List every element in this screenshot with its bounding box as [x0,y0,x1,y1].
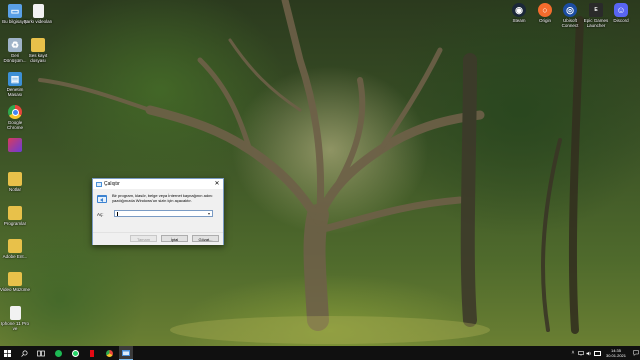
run-dialog: Çalıştır ✕ Bir program, klasör, belge ve… [92,178,224,245]
netflix-icon [90,349,94,357]
clock[interactable]: 14:35 30.01.2021 [601,348,631,358]
chevron-up-icon: ˄ [571,350,575,356]
desktop-icon-label: Iphone 11 Pro ve [1,321,29,331]
app-icon [8,138,22,152]
computer-icon: ▭ [8,4,22,18]
desktop-icon-notlar[interactable]: Notlar [0,172,30,192]
desktop-icon-programlar[interactable]: Programlar [0,206,30,226]
clock-date: 30.01.2021 [605,353,627,358]
show-hidden-icons-button[interactable]: ˄ [569,346,577,360]
desktop-icon-label: Şarkı videoları [23,19,53,24]
chrome-icon [8,105,22,119]
chevron-down-icon[interactable]: ▾ [206,211,212,216]
desktop-icon-label: Adobe Ent... [2,254,28,259]
ok-button[interactable]: Tamam [130,235,157,242]
desktop-icon-google-chrome[interactable]: Google Chrome [0,105,30,130]
text-caret [117,212,118,216]
language-button[interactable] [593,346,601,360]
run-dialog-buttons: Tamam İptal Gözat... [93,232,223,245]
desktop-icon-label: Google Chrome [6,120,23,130]
desktop-icon-control-panel[interactable]: ▤ Denetim Masası [0,72,30,97]
run-dialog-titlebar[interactable]: Çalıştır ✕ [93,179,223,189]
desktop-icon-ses-kayit[interactable]: Ses kayıt dosyası [23,38,53,63]
system-tray: ˄ 14:35 30.01.2021 [569,346,640,360]
folder-icon [8,172,22,186]
spotify-icon [54,349,62,357]
browse-button[interactable]: Gözat... [192,235,219,242]
close-icon[interactable]: ✕ [211,179,223,189]
desktop-icon-label: Programlar [3,221,27,226]
start-button[interactable] [0,346,14,360]
origin-icon: ○ [538,3,552,17]
steam-icon: ◉ [512,3,526,17]
notification-icon [632,350,639,356]
document-icon [9,306,21,320]
folder-icon [31,38,45,52]
discord-icon: ☺ [614,3,628,17]
keyboard-icon [593,350,601,356]
network-icon [578,350,584,356]
desktop-icon-app[interactable] [0,138,30,153]
folder-icon [8,272,22,286]
desktop-icon-sarki-videolari[interactable]: Şarkı videoları [23,4,53,24]
whatsapp-icon [71,349,79,357]
desktop-icon-iphone[interactable]: Iphone 11 Pro ve [0,306,30,331]
ubisoft-icon: ◎ [563,3,577,17]
search-button[interactable] [17,346,31,360]
taskbar-netflix[interactable] [85,346,99,360]
desktop-icon-label: Discord [613,18,629,23]
tree-illustration [38,0,584,344]
speaker-icon [586,351,591,355]
taskbar-run[interactable] [119,346,133,360]
taskbar: ˄ 14:35 30.01.2021 [0,346,640,360]
task-view-button[interactable] [34,346,48,360]
desktop-icon-adobe[interactable]: Adobe Ent... [0,239,30,259]
desktop-icon-discord[interactable]: ☺ Discord [606,3,636,23]
open-label: Aç: [97,212,104,217]
desktop-icon-label: Ses kayıt dosyası [28,53,48,63]
desktop-wallpaper [0,0,640,346]
run-dialog-description: Bir program, klasör, belge veya İnternet… [112,193,213,203]
run-icon [122,349,130,356]
task-view-icon [37,350,45,356]
run-dialog-body: Bir program, klasör, belge veya İnternet… [93,189,223,246]
cancel-button[interactable]: İptal [161,235,188,242]
run-icon [96,181,102,187]
recycle-bin-icon: ♻ [8,38,22,52]
desktop-icon-label: Notlar [8,187,21,192]
notification-center-button[interactable] [631,346,640,360]
search-icon [20,350,27,357]
windows-logo-icon [3,349,11,357]
desktop-icon-label: Denetim Masası [6,87,24,97]
run-dialog-title: Çalıştır [104,181,120,187]
folder-icon [8,239,22,253]
desktop-icon-video[interactable]: Video Müzüme [0,272,30,292]
network-button[interactable] [577,346,585,360]
chrome-icon [105,349,113,357]
volume-button[interactable] [585,346,593,360]
desktop-icon-label: Video Müzüme [0,287,30,292]
taskbar-chrome[interactable] [102,346,116,360]
taskbar-spotify[interactable] [51,346,65,360]
open-input[interactable]: ▾ [114,210,213,217]
control-panel-icon: ▤ [8,72,22,86]
epic-games-icon: E [589,3,603,17]
document-icon [32,4,44,18]
folder-icon [8,206,22,220]
run-icon [97,195,107,203]
taskbar-whatsapp[interactable] [68,346,82,360]
